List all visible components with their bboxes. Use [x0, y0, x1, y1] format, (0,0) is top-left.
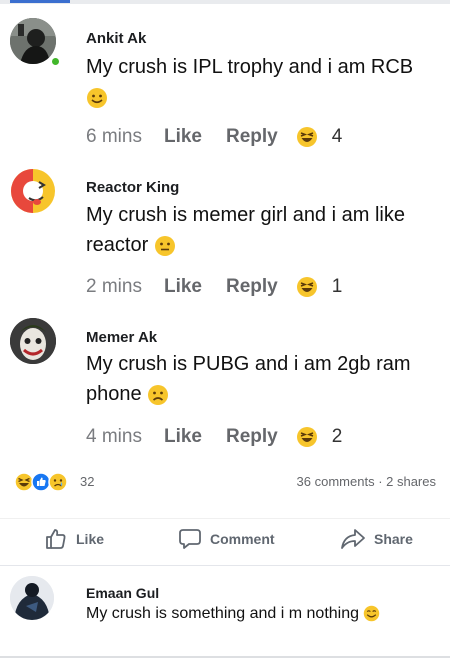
commenter-name[interactable]: Reactor King — [86, 179, 179, 196]
comment-time: 4 mins — [86, 426, 142, 447]
share-button-label: Share — [374, 531, 413, 547]
comment-reply-button[interactable]: Reply — [226, 126, 278, 148]
top-divider — [0, 0, 450, 4]
comment-text: My crush is IPL trophy and i am RCB — [86, 52, 416, 112]
haha-reaction-icon[interactable] — [296, 126, 318, 148]
comment-meta: 2 mins Like Reply 1 — [86, 274, 342, 300]
comment-reply-button[interactable]: Reply — [226, 276, 278, 298]
comment-button[interactable]: Comment — [178, 527, 275, 551]
comment-meta: 6 mins Like Reply 4 — [86, 124, 342, 150]
thumbs-up-icon — [46, 529, 66, 549]
comment-like-button[interactable]: Like — [164, 126, 202, 148]
post-reactions-summary: 32 36 comments · 2 shares — [0, 468, 450, 494]
haha-reaction-icon[interactable] — [296, 426, 318, 448]
commenter-name[interactable]: Memer Ak — [86, 329, 157, 346]
comment-time: 6 mins — [86, 126, 142, 147]
comments-shares-count[interactable]: 36 comments · 2 shares — [297, 474, 436, 489]
avatar[interactable] — [10, 18, 56, 64]
winking-tongue-emoji-icon — [11, 169, 55, 213]
comment-button-label: Comment — [210, 531, 275, 547]
comment-time: 2 mins — [86, 276, 142, 297]
reaction-count[interactable]: 1 — [332, 276, 343, 298]
comment-text-content: My crush is something and i m nothing — [86, 605, 360, 622]
share-button[interactable]: Share — [340, 527, 413, 551]
comment-like-button[interactable]: Like — [164, 276, 202, 298]
comment-text: My crush is memer girl and i am like rea… — [86, 200, 416, 260]
comment-reply-button[interactable]: Reply — [226, 426, 278, 448]
top-accent-bar — [10, 0, 70, 3]
like-button[interactable]: Like — [44, 527, 104, 551]
post-action-bar: Like Comment Share — [0, 518, 450, 558]
reaction-count[interactable]: 2 — [332, 426, 343, 448]
smile-emoji-icon — [87, 87, 107, 108]
avatar[interactable] — [10, 576, 54, 620]
comment-text-content: My crush is PUBG and i am 2gb ram phone — [86, 353, 411, 405]
share-arrow-icon — [341, 529, 365, 549]
speech-bubble-icon — [179, 529, 201, 549]
comment-text-content: My crush is memer girl and i am like rea… — [86, 204, 405, 256]
joker-face-icon — [10, 318, 56, 364]
comment-like-button[interactable]: Like — [164, 426, 202, 448]
dark-profile-photo-icon — [10, 18, 56, 64]
sad-reaction-icon — [48, 472, 68, 492]
comment-text: My crush is PUBG and i am 2gb ram phone — [86, 349, 416, 409]
commenter-name[interactable]: Emaan Gul — [86, 585, 159, 601]
comment-meta: 4 mins Like Reply 2 — [86, 424, 342, 450]
comment-text: My crush is something and i m nothing — [86, 603, 426, 625]
comment-text-content: My crush is IPL trophy and i am RCB — [86, 56, 414, 78]
avatar[interactable] — [10, 318, 56, 364]
haha-reaction-icon[interactable] — [296, 276, 318, 298]
reaction-count[interactable]: 4 — [332, 126, 343, 148]
dark-profile-photo-icon — [10, 576, 54, 620]
reaction-icons[interactable] — [14, 472, 68, 492]
smile-emoji-icon — [364, 606, 380, 622]
reactions-count[interactable]: 32 — [80, 474, 94, 489]
commenter-name[interactable]: Ankit Ak — [86, 30, 146, 47]
online-status-dot — [50, 56, 61, 67]
sad-emoji-icon — [148, 384, 169, 405]
divider — [0, 565, 450, 566]
avatar[interactable] — [10, 168, 56, 214]
like-button-label: Like — [76, 531, 105, 547]
neutral-emoji-icon — [154, 235, 175, 256]
